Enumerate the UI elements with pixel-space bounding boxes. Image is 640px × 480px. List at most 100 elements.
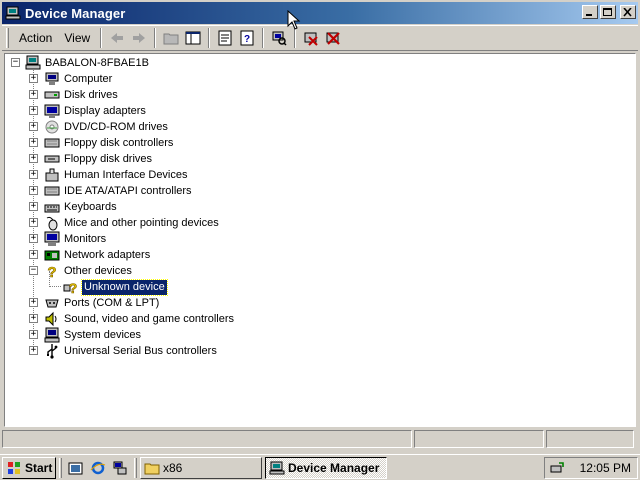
computer-icon bbox=[25, 55, 41, 71]
task-label: x86 bbox=[163, 460, 183, 475]
device-tree[interactable]: − BABALON-8FBAE1B + Computer + Disk driv… bbox=[4, 53, 636, 427]
floppy-drive-icon bbox=[44, 151, 60, 167]
tree-item-label: Sound, video and game controllers bbox=[64, 313, 234, 325]
tree-item-ports-com-lpt[interactable]: + Ports (COM & LPT) bbox=[5, 295, 305, 311]
expand-toggle[interactable]: + bbox=[29, 314, 38, 323]
show-hide-tree-button[interactable] bbox=[182, 27, 204, 49]
tree-item-display-adapters[interactable]: + Display adapters bbox=[5, 103, 305, 119]
tree-item-monitors[interactable]: + Monitors bbox=[5, 231, 305, 247]
start-button[interactable]: Start bbox=[2, 456, 56, 479]
tree-item-network-adapters[interactable]: + Network adapters bbox=[5, 247, 305, 263]
up-one-level-button[interactable] bbox=[160, 27, 182, 49]
monitor-icon bbox=[44, 231, 60, 247]
tree-item-computer[interactable]: + Computer bbox=[5, 71, 305, 87]
tree-item-floppy-disk-drives[interactable]: + Floppy disk drives bbox=[5, 151, 305, 167]
keyboard-icon bbox=[44, 199, 60, 215]
tree-item-label: IDE ATA/ATAPI controllers bbox=[64, 185, 192, 197]
title-bar[interactable]: Device Manager bbox=[2, 2, 638, 24]
tree-item-ide-ata-atapi-controllers[interactable]: + IDE ATA/ATAPI controllers bbox=[5, 183, 305, 199]
tree-item-keyboards[interactable]: + Keyboards bbox=[5, 199, 305, 215]
minimize-button[interactable] bbox=[582, 5, 598, 19]
status-panel bbox=[546, 430, 634, 448]
scan-hardware-icon bbox=[272, 31, 287, 46]
taskbar: Start x86 Device Manager 12:05 PM bbox=[0, 454, 640, 480]
maximize-button[interactable] bbox=[600, 5, 616, 19]
tree-item-unknown-device[interactable]: ? Unknown device bbox=[5, 279, 305, 296]
quick-launch-grip[interactable] bbox=[59, 457, 62, 478]
tree-item-label: Keyboards bbox=[64, 201, 117, 213]
tree-root[interactable]: − BABALON-8FBAE1B bbox=[5, 55, 305, 71]
disable-device-button[interactable] bbox=[300, 27, 322, 49]
expand-toggle[interactable]: + bbox=[29, 234, 38, 243]
toolbar-separator bbox=[100, 28, 103, 48]
forward-arrow-icon bbox=[133, 33, 146, 43]
safely-remove-hardware-icon[interactable] bbox=[549, 460, 565, 476]
uninstall-device-button[interactable] bbox=[322, 27, 344, 49]
tree-item-mice-and-other-pointing-devices[interactable]: + Mice and other pointing devices bbox=[5, 215, 305, 231]
tree-item-dvd-cdrom-drives[interactable]: + DVD/CD-ROM drives bbox=[5, 119, 305, 135]
tree-item-system-devices[interactable]: + System devices bbox=[5, 327, 305, 343]
system-device-icon bbox=[44, 327, 60, 343]
toolbar: Action View ? bbox=[2, 25, 638, 51]
menu-action[interactable]: Action bbox=[13, 29, 58, 47]
expand-toggle[interactable]: + bbox=[29, 122, 38, 131]
tree-item-human-interface-devices[interactable]: + Human Interface Devices bbox=[5, 167, 305, 183]
toolbar-grip[interactable] bbox=[6, 28, 9, 48]
expand-toggle[interactable]: + bbox=[29, 330, 38, 339]
task-button-x86[interactable]: x86 bbox=[140, 456, 262, 479]
disk-drive-icon bbox=[44, 87, 60, 103]
help-icon: ? bbox=[240, 30, 254, 46]
device-manager-icon bbox=[269, 461, 285, 474]
collapse-toggle[interactable]: − bbox=[29, 266, 38, 275]
uninstall-icon bbox=[326, 32, 340, 45]
internet-explorer-icon bbox=[90, 461, 106, 474]
tree-item-label: Display adapters bbox=[64, 105, 146, 117]
clock[interactable]: 12:05 PM bbox=[580, 461, 631, 475]
device-manager-window: Device Manager Action View ? − BABALON-8… bbox=[0, 0, 640, 454]
taskbar-grip[interactable] bbox=[134, 457, 137, 478]
help-button[interactable]: ? bbox=[236, 27, 258, 49]
expand-toggle[interactable]: + bbox=[29, 298, 38, 307]
minimize-icon bbox=[586, 14, 592, 16]
tree-item-label: Universal Serial Bus controllers bbox=[64, 345, 217, 357]
forward-button[interactable] bbox=[128, 27, 150, 49]
back-button[interactable] bbox=[106, 27, 128, 49]
tree-item-usb-controllers[interactable]: + Universal Serial Bus controllers bbox=[5, 343, 305, 359]
tree-item-sound-video-game-controllers[interactable]: + Sound, video and game controllers bbox=[5, 311, 305, 327]
expand-toggle[interactable]: + bbox=[29, 202, 38, 211]
expand-toggle[interactable]: + bbox=[29, 90, 38, 99]
status-panel bbox=[414, 430, 544, 448]
expand-toggle[interactable]: + bbox=[29, 74, 38, 83]
window-controls bbox=[580, 5, 636, 19]
tree-item-label: Other devices bbox=[64, 265, 132, 277]
scan-hardware-button[interactable] bbox=[268, 27, 290, 49]
tree-item-other-devices[interactable]: − ? Other devices bbox=[5, 263, 305, 281]
tree-item-floppy-disk-controllers[interactable]: + Floppy disk controllers bbox=[5, 135, 305, 151]
port-icon bbox=[44, 295, 60, 311]
tree-item-label-selected: Unknown device bbox=[81, 279, 168, 296]
mouse-cursor-icon bbox=[287, 10, 301, 30]
expand-toggle[interactable]: + bbox=[29, 250, 38, 259]
properties-button[interactable] bbox=[214, 27, 236, 49]
usb-icon bbox=[44, 343, 60, 359]
expand-toggle[interactable]: + bbox=[29, 154, 38, 163]
expand-toggle[interactable]: + bbox=[29, 218, 38, 227]
collapse-toggle[interactable]: − bbox=[11, 58, 20, 67]
close-button[interactable] bbox=[620, 5, 636, 19]
expand-toggle[interactable]: + bbox=[29, 170, 38, 179]
disable-device-icon bbox=[304, 32, 318, 46]
toolbar-separator bbox=[294, 28, 297, 48]
expand-toggle[interactable]: + bbox=[29, 186, 38, 195]
expand-toggle[interactable]: + bbox=[29, 138, 38, 147]
quick-launch-show-desktop[interactable] bbox=[65, 457, 87, 479]
task-button-device-manager[interactable]: Device Manager bbox=[265, 456, 387, 479]
expand-toggle[interactable]: + bbox=[29, 346, 38, 355]
maximize-icon bbox=[603, 8, 612, 16]
quick-launch-internet-explorer[interactable] bbox=[87, 457, 109, 479]
quick-launch-network[interactable] bbox=[109, 457, 131, 479]
menu-view[interactable]: View bbox=[58, 29, 96, 47]
expand-toggle[interactable]: + bbox=[29, 106, 38, 115]
network-icon bbox=[113, 461, 127, 474]
tree-item-disk-drives[interactable]: + Disk drives bbox=[5, 87, 305, 103]
status-bar bbox=[2, 430, 638, 450]
